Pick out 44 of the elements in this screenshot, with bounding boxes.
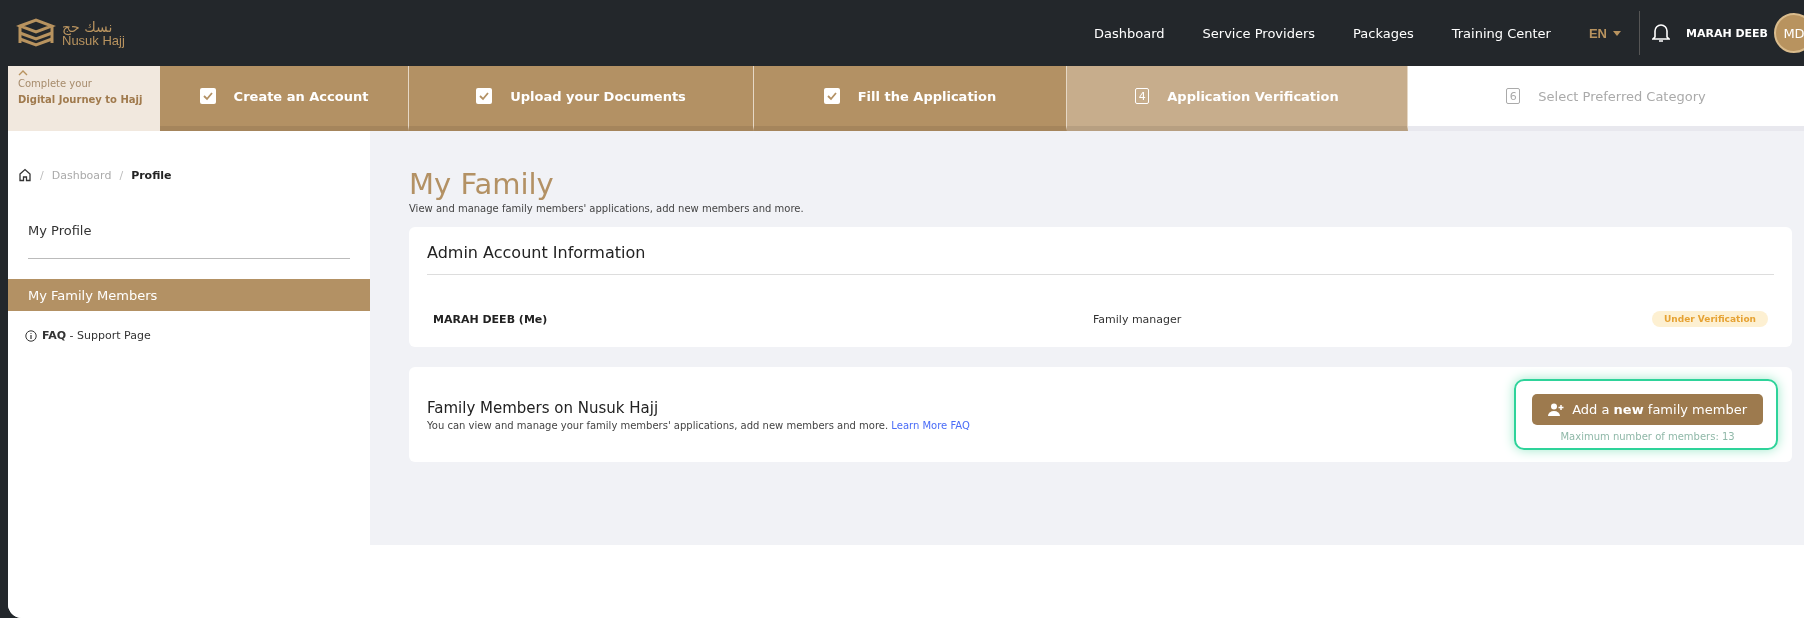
sidebar-item[interactable]: My Family Members	[8, 279, 370, 311]
breadcrumb-link[interactable]: Profile	[131, 168, 172, 182]
checkbox-checked-icon	[476, 88, 493, 104]
chevron-up-icon	[18, 70, 28, 76]
caret-down-icon	[1612, 30, 1621, 36]
member-role: Family manager	[1093, 312, 1183, 326]
sidebar-item[interactable]: My Profile	[28, 223, 350, 259]
card-title: Admin Account Information	[427, 243, 647, 264]
breadcrumb-link[interactable]: Dashboard	[51, 168, 112, 182]
nav-link[interactable]: Training Center	[1451, 25, 1551, 41]
nav-link[interactable]: Packages	[1353, 25, 1414, 41]
bell-icon[interactable]	[1651, 23, 1670, 43]
journey-title: Digital Journey to Hajj	[18, 93, 144, 107]
journey-panel[interactable]: Complete your Digital Journey to Hajj	[8, 66, 160, 131]
faq-link[interactable]: FAQ - Support Page	[42, 329, 151, 342]
journey-label: Complete your	[18, 77, 93, 91]
page-subtitle: View and manage family members' applications, add new members and more.	[409, 203, 805, 214]
page-title: My Family	[409, 167, 555, 201]
learn-more-link[interactable]: Learn More FAQ	[891, 419, 970, 431]
step-tab[interactable]: Create an Account	[160, 66, 409, 131]
step-tab[interactable]: 6 Select Preferred Category	[1408, 66, 1804, 131]
nav-link[interactable]: Dashboard	[1094, 25, 1165, 41]
breadcrumb-separator: /	[40, 168, 44, 182]
add-user-icon	[1548, 403, 1565, 416]
step-tab[interactable]: Fill the Application	[754, 66, 1067, 131]
status-badge: Under Verification	[1652, 311, 1768, 327]
step-number: 6	[1506, 88, 1521, 104]
checkbox-checked-icon	[823, 88, 840, 104]
home-icon[interactable]	[18, 168, 32, 182]
language-dropdown[interactable]: EN	[1588, 25, 1621, 41]
max-members-note: Maximum number of members: 13	[1560, 431, 1735, 442]
checkbox-checked-icon	[199, 88, 216, 104]
add-member-button[interactable]: Add a new family member	[1532, 394, 1763, 425]
card-description: You can view and manage your family members' applications, add new members and more. Learn More FAQ	[427, 419, 970, 431]
card-title: Family Members on Nusuk Hajj	[427, 398, 660, 417]
user-name[interactable]: MARAH DEEB	[1685, 26, 1768, 40]
info-icon	[25, 329, 37, 342]
member-name: MARAH DEEB (Me)	[433, 312, 549, 326]
logo-arabic-text: نسك حج	[62, 19, 114, 34]
step-tab[interactable]: Upload your Documents	[409, 66, 754, 131]
breadcrumb-separator: /	[119, 168, 124, 182]
step-number: 4	[1135, 88, 1150, 104]
user-avatar[interactable]: MD	[1774, 13, 1804, 53]
nav-link[interactable]: Service Providers	[1202, 25, 1316, 41]
